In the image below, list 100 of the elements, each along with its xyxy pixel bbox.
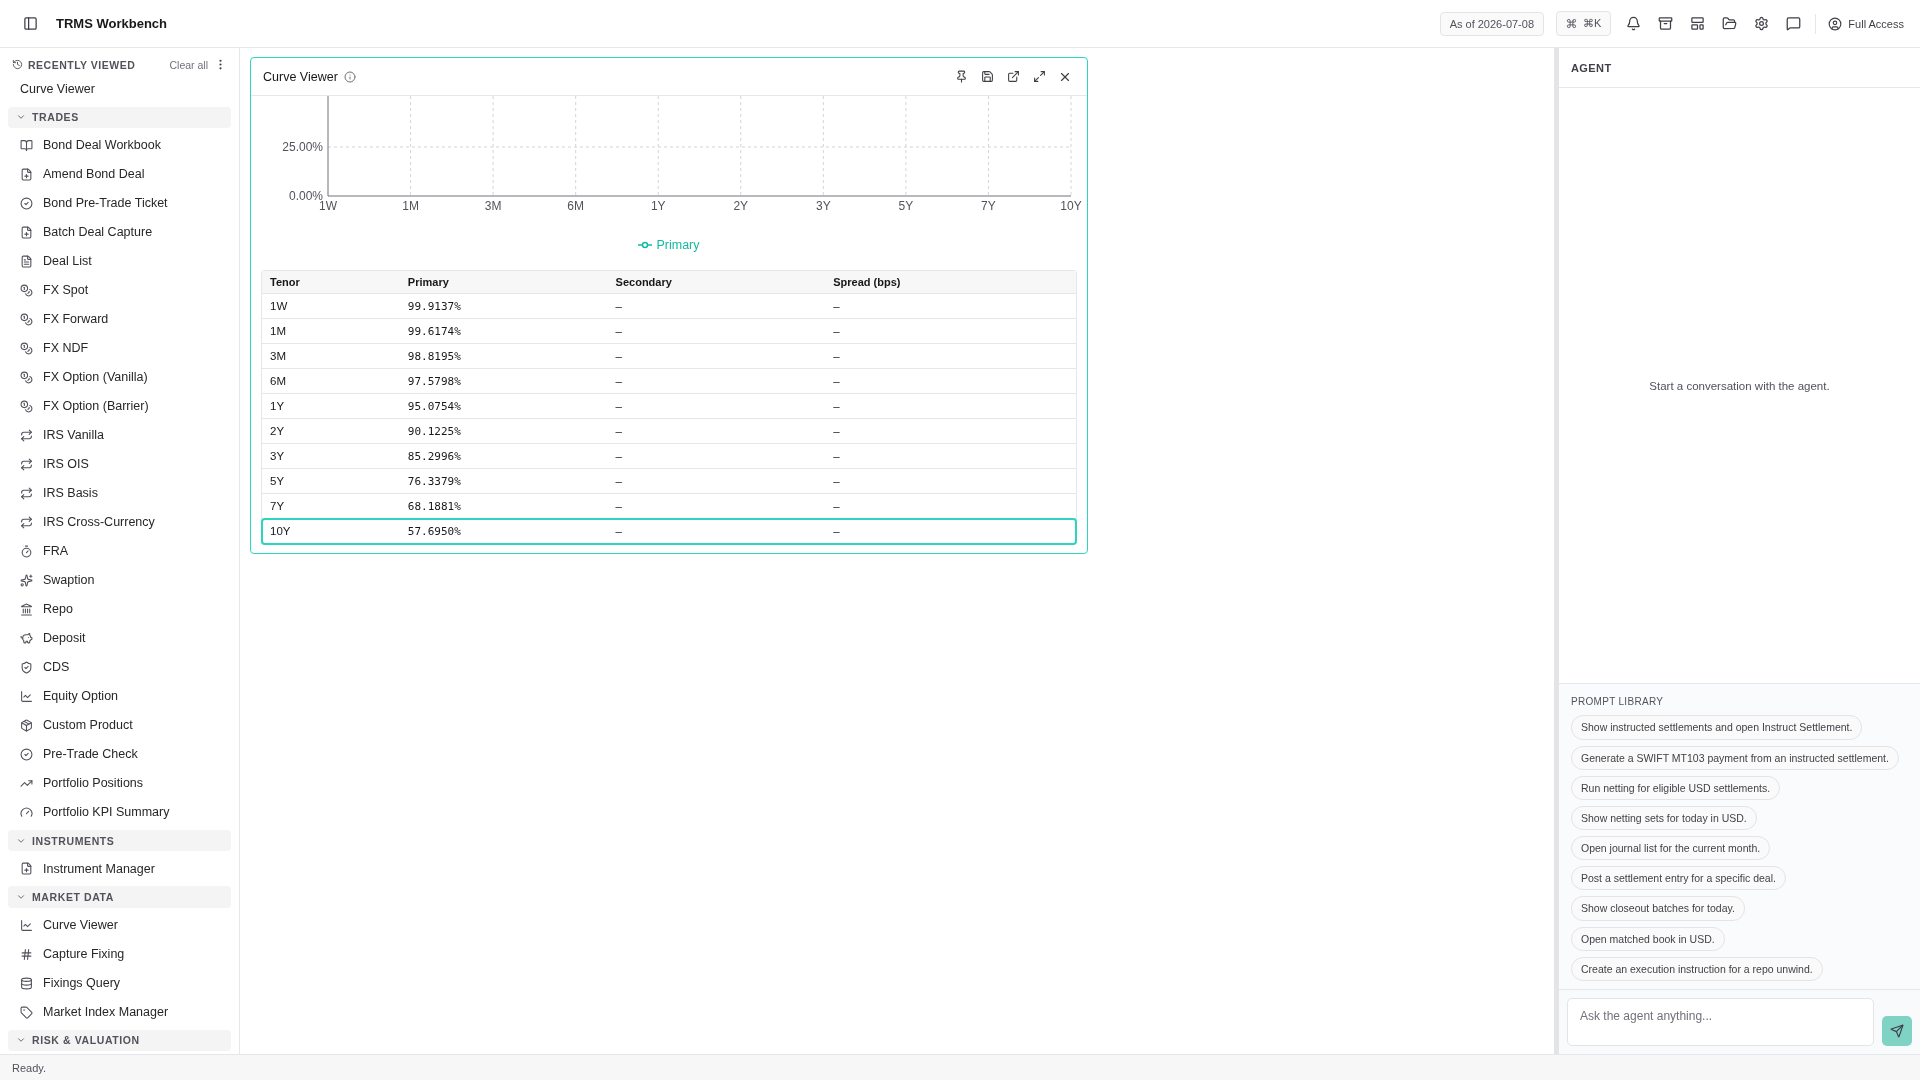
sidebar-item[interactable]: IRS Vanilla <box>8 420 231 450</box>
section-header[interactable]: INSTRUMENTS <box>8 829 231 852</box>
arrows-exchange-icon <box>20 486 33 500</box>
table-row[interactable]: 1Y 95.0754% – – <box>262 394 1076 419</box>
recent-item[interactable]: Curve Viewer <box>8 75 231 104</box>
section-header[interactable]: TRADES <box>8 106 231 128</box>
prompt-chip[interactable]: Run netting for eligible USD settlements. <box>1571 775 1781 800</box>
shield-check-icon <box>20 660 33 674</box>
section-header[interactable]: MARKET DATA <box>8 886 231 908</box>
sidebar-item[interactable]: Deposit <box>8 623 231 653</box>
sidebar-item[interactable]: Portfolio Positions <box>8 768 231 798</box>
sidebar-item[interactable]: Deal List <box>8 246 231 276</box>
table-row[interactable]: 3Y 85.2996% – – <box>262 444 1076 469</box>
panel-title: Curve Viewer <box>263 69 338 84</box>
sidebar-item[interactable]: IRS Cross-Currency <box>8 507 231 537</box>
recent-title: RECENTLY VIEWED <box>28 58 136 71</box>
table-cell: 6M <box>262 369 400 394</box>
prompt-chip[interactable]: Generate a SWIFT MT103 payment from an instructed settlement. <box>1571 745 1899 770</box>
prompt-chip[interactable]: Post a settlement entry for a specific deal. <box>1571 866 1786 891</box>
x-tick-label: 7Y <box>981 199 996 213</box>
piggy-bank-icon <box>20 631 33 645</box>
table-cell: 5Y <box>262 469 400 494</box>
empty-message: Start a conversation with the agent. <box>1649 379 1830 392</box>
table-cell: – <box>607 319 826 344</box>
sidebar-item[interactable]: IRS Basis <box>8 478 231 508</box>
table-row[interactable]: 2Y 90.1225% – – <box>262 419 1076 444</box>
document-icon <box>20 254 33 268</box>
sidebar-item[interactable]: Bond Deal Workbook <box>8 130 231 160</box>
table-cell: – <box>825 319 1076 344</box>
table-cell: – <box>607 469 826 494</box>
legend-marker-icon <box>638 241 653 249</box>
line-chart-icon <box>20 689 33 703</box>
prompt-chip[interactable]: Show closeout batches for today. <box>1571 896 1745 921</box>
clear-all-button[interactable]: Clear all <box>169 58 208 71</box>
y-tick-label: 25.00% <box>282 140 323 154</box>
send-icon <box>1890 1024 1904 1038</box>
table-row[interactable]: 7Y 68.1881% – – <box>262 494 1076 519</box>
sidebar-item[interactable]: Fixings Query <box>8 968 231 998</box>
app-title: TRMS Workbench <box>56 16 167 31</box>
column-header: Spread (bps) <box>825 271 1076 294</box>
table-cell: 3Y <box>262 444 400 469</box>
x-tick-label: 3Y <box>816 199 831 213</box>
section-header[interactable]: RISK & VALUATION <box>8 1029 231 1051</box>
table-row[interactable]: 5Y 76.3379% – – <box>262 469 1076 494</box>
x-tick-label: 6M <box>567 199 584 213</box>
prompt-chip[interactable]: Create an execution instruction for a repo unwind. <box>1571 956 1823 981</box>
database-icon <box>20 976 33 990</box>
table-cell: – <box>607 444 826 469</box>
table-cell: – <box>825 494 1076 519</box>
prompt-chip[interactable]: Show netting sets for today in USD. <box>1571 805 1757 831</box>
history-icon <box>12 59 23 71</box>
send-button[interactable] <box>1882 1016 1912 1046</box>
sidebar-item[interactable]: IRS OIS <box>8 449 231 479</box>
sidebar-item[interactable]: Equity Option <box>8 681 231 711</box>
table-row[interactable]: 10Y 57.6950% – – <box>262 519 1076 544</box>
prompt-chip[interactable]: Open matched book in USD. <box>1571 926 1725 951</box>
prompt-library-title: PROMPT LIBRARY <box>1571 696 1664 708</box>
sidebar-item[interactable]: FRA <box>8 536 231 566</box>
sidebar-item[interactable]: FX Option (Vanilla) <box>8 362 231 392</box>
sidebar-item[interactable]: Curve Viewer <box>8 910 231 940</box>
coins-icon <box>20 312 33 326</box>
sidebar-item[interactable]: CDS <box>8 652 231 682</box>
sidebar-item[interactable]: Instrument Manager <box>8 854 231 884</box>
coins-icon <box>20 399 33 413</box>
sidebar-item[interactable]: FX NDF <box>8 333 231 363</box>
table-cell: – <box>607 369 826 394</box>
sidebar-item[interactable]: Market Index Manager <box>8 997 231 1027</box>
table-cell: 57.6950% <box>399 519 608 544</box>
status-text: Ready. <box>12 1061 47 1074</box>
access-button[interactable]: Full Access <box>1828 16 1904 31</box>
command-palette-button[interactable]: ⌘K <box>1556 11 1612 36</box>
sidebar-item[interactable]: Custom Product <box>8 710 231 740</box>
message-input[interactable]: Ask the agent anything... <box>1567 998 1874 1046</box>
table-row[interactable]: 3M 98.8195% – – <box>262 344 1076 369</box>
info-icon[interactable] <box>343 70 356 83</box>
sidebar-item[interactable]: Pre-Trade Check <box>8 739 231 769</box>
sidebar-item[interactable]: Portfolio KPI Summary <box>8 797 231 827</box>
sidebar-item[interactable]: Capture Fixing <box>8 939 231 969</box>
coins-icon <box>20 370 33 384</box>
prompt-chip[interactable]: Open journal list for the current month. <box>1571 836 1771 861</box>
sidebar-item[interactable]: Batch Deal Capture <box>8 217 231 247</box>
table-cell: – <box>825 519 1076 544</box>
sidebar-item[interactable]: Swaption <box>8 565 231 595</box>
sidebar-item[interactable]: Amend Bond Deal <box>8 159 231 189</box>
table-cell: – <box>825 294 1076 319</box>
sidebar-item[interactable]: FX Spot <box>8 275 231 305</box>
prompt-chip[interactable]: Show instructed settlements and open Instruct Settlement. <box>1571 715 1863 740</box>
table-row[interactable]: 1M 99.6174% – – <box>262 319 1076 344</box>
table-cell: 98.8195% <box>399 344 608 369</box>
sidebar-item[interactable]: Bond Pre-Trade Ticket <box>8 188 231 218</box>
table-row[interactable]: 6M 97.5798% – – <box>262 369 1076 394</box>
as-of-date[interactable]: As of 2026-07-08 <box>1439 11 1544 36</box>
sidebar-item[interactable]: FX Option (Barrier) <box>8 391 231 421</box>
gauge-icon <box>20 805 33 819</box>
table-cell: 7Y <box>262 494 400 519</box>
table-cell: – <box>607 294 826 319</box>
sidebar-item[interactable]: Repo <box>8 594 231 624</box>
x-tick-label: 2Y <box>733 199 749 213</box>
sidebar-item[interactable]: FX Forward <box>8 304 231 334</box>
table-row[interactable]: 1W 99.9137% – – <box>262 294 1076 319</box>
